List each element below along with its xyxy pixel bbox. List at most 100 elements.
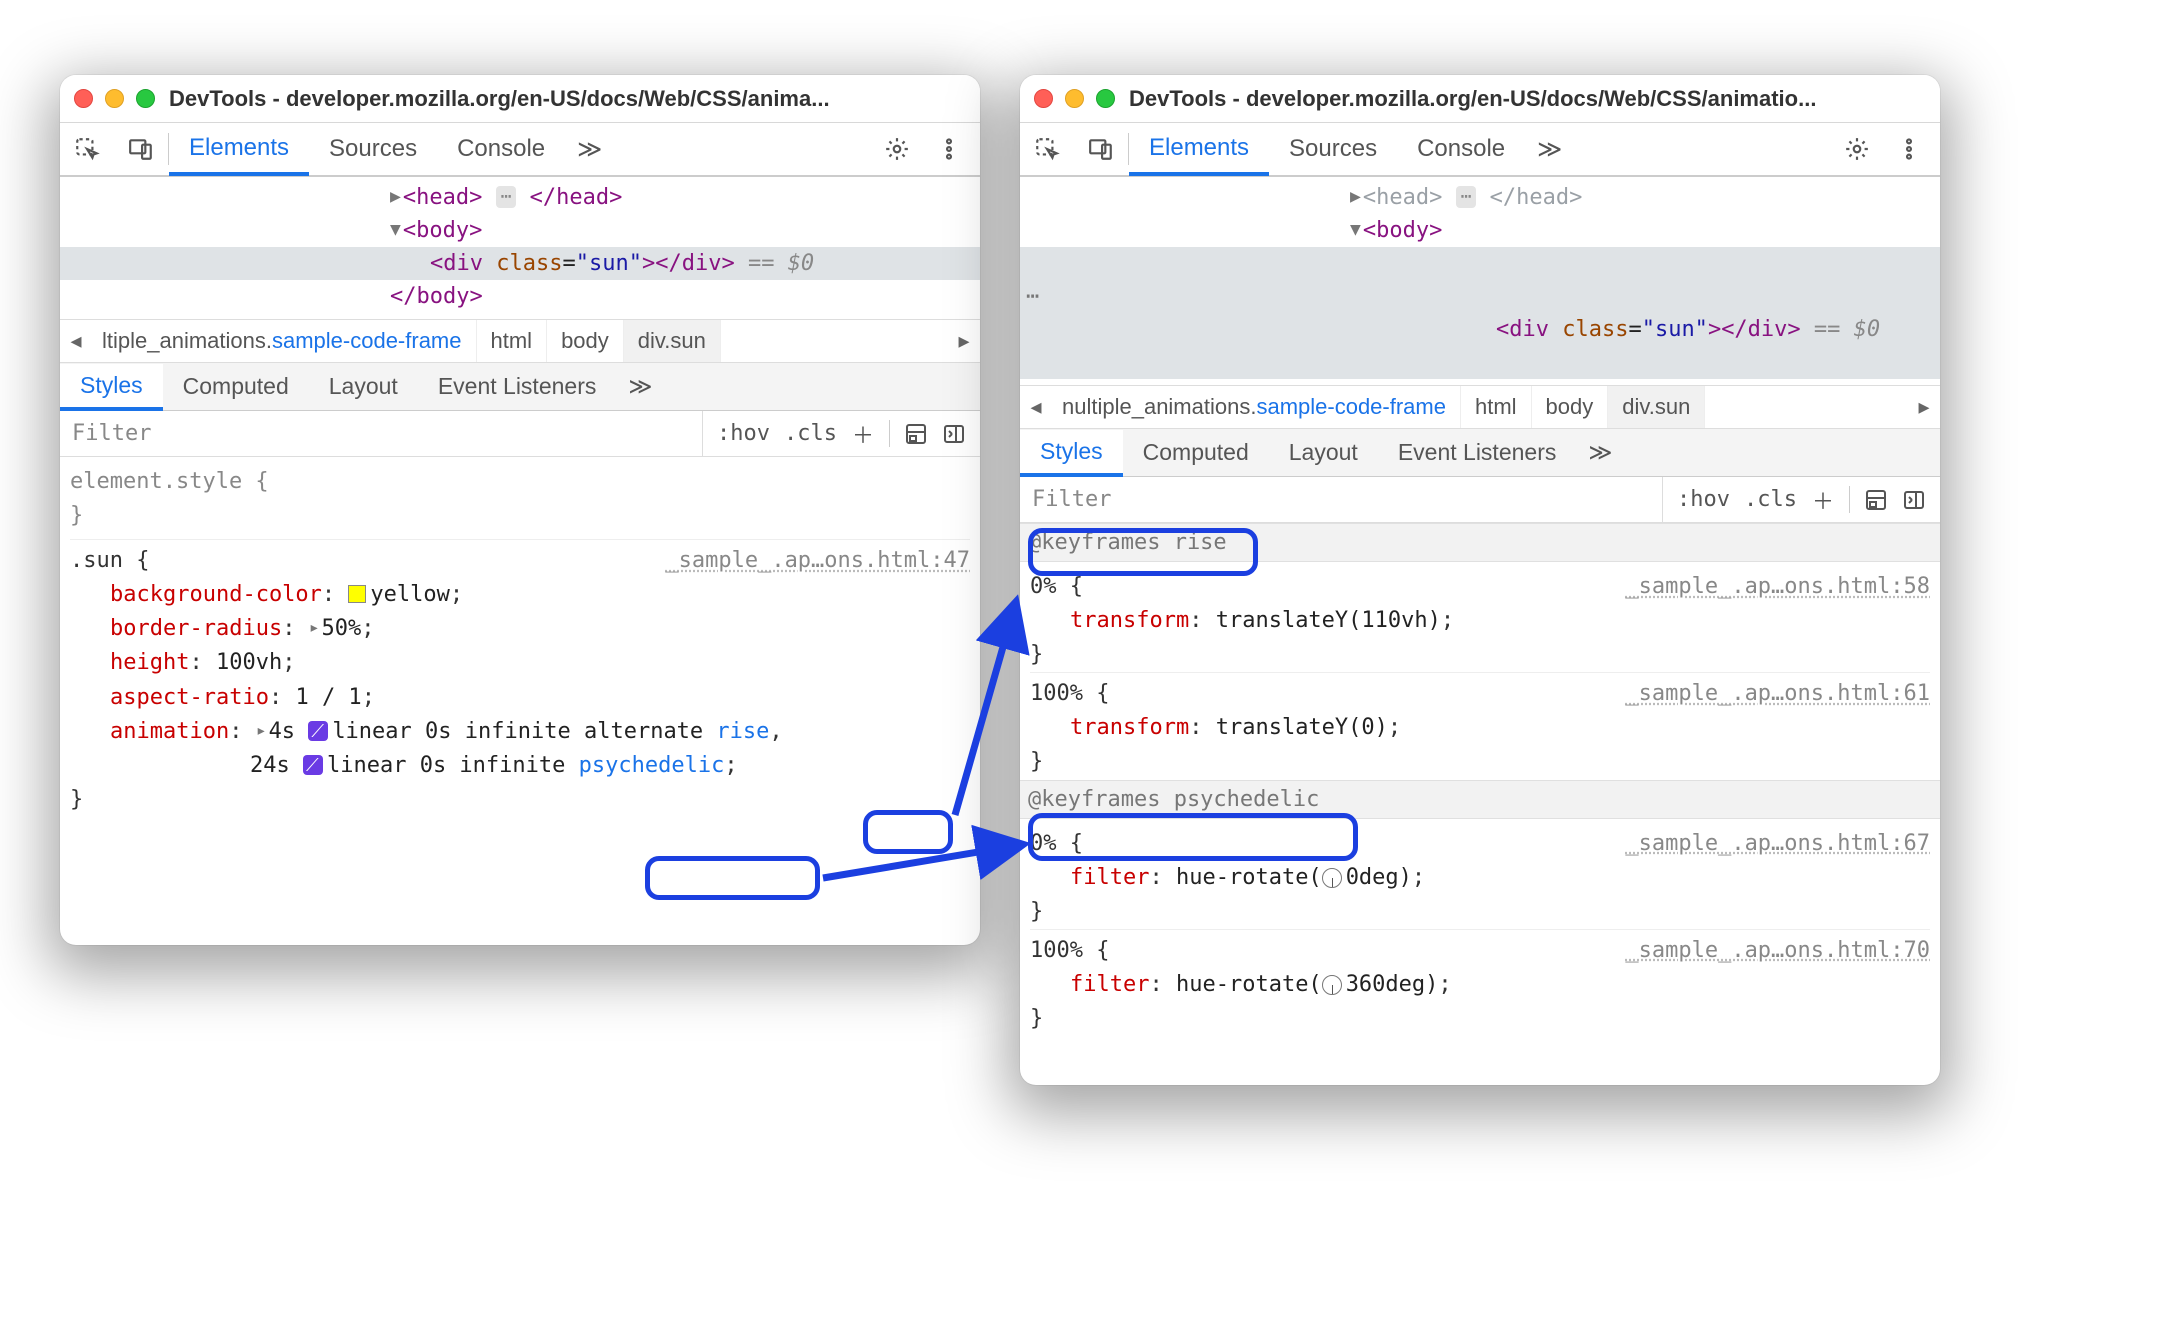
subtab-layout[interactable]: Layout [1269, 429, 1378, 476]
prop-aspect[interactable]: aspect-ratio [110, 685, 269, 710]
tab-sources[interactable]: Sources [1269, 123, 1397, 175]
inspect-icon[interactable] [1020, 123, 1074, 175]
dom-node-head[interactable]: ▶<head> ⋯ </head> [1020, 181, 1940, 214]
bezier-editor-icon[interactable] [303, 755, 323, 775]
crumb-div-sun[interactable]: div.sun [624, 320, 721, 362]
kf-selector[interactable]: 100% { [1030, 677, 1109, 711]
expand-icon[interactable]: ▸ [309, 614, 320, 642]
subtab-computed[interactable]: Computed [163, 363, 309, 410]
titlebar: DevTools - developer.mozilla.org/en-US/d… [60, 75, 980, 123]
new-rule-icon[interactable]: ＋ [1811, 484, 1835, 516]
row-actions-icon[interactable]: ⋯ [1026, 280, 1041, 313]
tab-elements[interactable]: Elements [1129, 124, 1269, 176]
bezier-editor-icon[interactable] [308, 721, 328, 741]
crumb-right-icon[interactable]: ▸ [1912, 394, 1936, 420]
subtab-event-listeners[interactable]: Event Listeners [418, 363, 617, 410]
subtab-event-listeners[interactable]: Event Listeners [1378, 429, 1577, 476]
keyframes-link-rise[interactable]: rise [716, 719, 769, 744]
dom-tree[interactable]: ▶<head> ⋯ </head> ▼<body> <div class="su… [60, 177, 980, 319]
crumb-right-icon[interactable]: ▸ [952, 328, 976, 354]
tab-elements[interactable]: Elements [169, 124, 309, 176]
source-location[interactable]: _sample_.ap…ons.html:58 [1625, 570, 1930, 604]
close-icon[interactable] [74, 89, 93, 108]
angle-editor-icon[interactable] [1322, 975, 1342, 995]
minimize-icon[interactable] [105, 89, 124, 108]
crumb-body[interactable]: body [1532, 386, 1609, 428]
dom-node-body[interactable]: ▼<body> [1020, 214, 1940, 247]
dom-node-body[interactable]: ▼<body> [60, 214, 980, 247]
keyframes-psy-body[interactable]: 0% { _sample_.ap…ons.html:67 filter: hue… [1020, 819, 1940, 1037]
settings-gear-icon[interactable] [874, 136, 920, 162]
source-location[interactable]: _sample_.ap…ons.html:67 [1625, 827, 1930, 861]
subtab-computed[interactable]: Computed [1123, 429, 1269, 476]
styles-rules[interactable]: element.style { } .sun { _sample_.ap…ons… [60, 457, 980, 817]
more-tabs-icon[interactable]: ≫ [1525, 135, 1574, 164]
devtools-window-right: DevTools - developer.mozilla.org/en-US/d… [1020, 75, 1940, 1085]
settings-gear-icon[interactable] [1834, 136, 1880, 162]
computed-toggle-icon[interactable] [904, 421, 928, 447]
device-toggle-icon[interactable] [114, 123, 168, 175]
tab-sources[interactable]: Sources [309, 123, 437, 175]
inspect-icon[interactable] [60, 123, 114, 175]
subtab-styles[interactable]: Styles [60, 364, 163, 411]
prop-animation-row[interactable]: animation: ▸4s linear 0s infinite altern… [70, 715, 970, 749]
prop-animation-row-2[interactable]: 24s linear 0s infinite psychedelic; [70, 749, 970, 783]
crumb-frame[interactable]: nultiple_animations.sample-code-frame [1048, 386, 1461, 428]
kf-selector[interactable]: 0% { [1030, 570, 1083, 604]
dom-tree[interactable]: ▶<head> ⋯ </head> ▼<body> ⋯ <div class="… [1020, 177, 1940, 385]
filter-input[interactable]: Filter [60, 421, 702, 446]
crumb-frame[interactable]: ltiple_animations.sample-code-frame [88, 320, 477, 362]
color-swatch-icon[interactable] [348, 585, 366, 603]
kebab-menu-icon[interactable] [926, 136, 972, 162]
sun-selector[interactable]: .sun { [70, 544, 149, 578]
tab-console[interactable]: Console [1397, 123, 1525, 175]
computed-toggle-icon[interactable] [1864, 487, 1888, 513]
prop-bg[interactable]: background-color [110, 582, 322, 607]
hov-toggle[interactable]: :hov [1677, 487, 1730, 512]
kf-selector[interactable]: 0% { [1030, 827, 1083, 861]
keyframes-link-psychedelic[interactable]: psychedelic [579, 753, 725, 778]
keyframes-rise-body[interactable]: 0% { _sample_.ap…ons.html:58 transform: … [1020, 562, 1940, 780]
close-icon[interactable] [1034, 89, 1053, 108]
source-location[interactable]: _sample_.ap…ons.html:47 [665, 544, 970, 578]
tab-console[interactable]: Console [437, 123, 565, 175]
prop-br[interactable]: border-radius [110, 616, 282, 641]
expand-icon[interactable]: ▸ [256, 717, 267, 745]
dom-node-div-sun[interactable]: <div class="sun"></div> == $0 [60, 247, 980, 280]
more-tabs-icon[interactable]: ≫ [565, 135, 614, 164]
prop-height[interactable]: height [110, 650, 189, 675]
cls-toggle[interactable]: .cls [1744, 487, 1797, 512]
source-location[interactable]: _sample_.ap…ons.html:70 [1625, 934, 1930, 968]
styles-subtabs: Styles Computed Layout Event Listeners ≫ [60, 363, 980, 411]
subtab-more-icon[interactable]: ≫ [1576, 439, 1624, 466]
keyframes-header-psychedelic[interactable]: @keyframes psychedelic [1020, 780, 1940, 819]
dom-node-head[interactable]: ▶<head> ⋯ </head> [60, 181, 980, 214]
hov-toggle[interactable]: :hov [717, 421, 770, 446]
source-location[interactable]: _sample_.ap…ons.html:61 [1625, 677, 1930, 711]
new-rule-icon[interactable]: ＋ [851, 418, 875, 450]
crumb-html[interactable]: html [1461, 386, 1532, 428]
cls-toggle[interactable]: .cls [784, 421, 837, 446]
kf-selector[interactable]: 100% { [1030, 934, 1109, 968]
crumb-left-icon[interactable]: ◂ [64, 328, 88, 354]
kebab-menu-icon[interactable] [1886, 136, 1932, 162]
crumb-left-icon[interactable]: ◂ [1024, 394, 1048, 420]
subtab-layout[interactable]: Layout [309, 363, 418, 410]
sidebar-toggle-icon[interactable] [1902, 487, 1926, 513]
crumb-body[interactable]: body [547, 320, 624, 362]
filter-input[interactable]: Filter [1020, 487, 1662, 512]
dom-node-body-close[interactable]: </body> [60, 280, 980, 313]
angle-editor-icon[interactable] [1322, 868, 1342, 888]
zoom-icon[interactable] [1096, 89, 1115, 108]
subtab-more-icon[interactable]: ≫ [616, 373, 664, 400]
minimize-icon[interactable] [1065, 89, 1084, 108]
zoom-icon[interactable] [136, 89, 155, 108]
sidebar-toggle-icon[interactable] [942, 421, 966, 447]
crumb-html[interactable]: html [477, 320, 548, 362]
element-style-selector[interactable]: element.style { [70, 465, 970, 499]
keyframes-header-rise[interactable]: @keyframes rise [1020, 523, 1940, 562]
crumb-div-sun[interactable]: div.sun [1608, 386, 1705, 428]
subtab-styles[interactable]: Styles [1020, 430, 1123, 477]
dom-node-div-sun[interactable]: ⋯ <div class="sun"></div> == $0 [1020, 247, 1940, 379]
device-toggle-icon[interactable] [1074, 123, 1128, 175]
